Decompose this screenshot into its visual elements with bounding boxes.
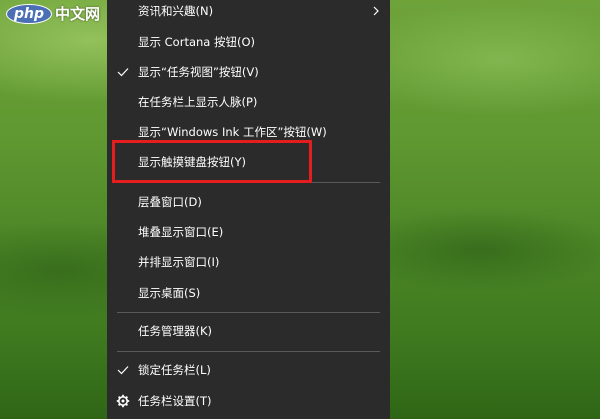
menu-item-task-manager[interactable]: 任务管理器(K): [107, 318, 390, 344]
menu-item-label: 任务栏设置(T): [138, 394, 212, 408]
menu-item-label: 堆叠显示窗口(E): [138, 225, 224, 239]
menu-item-taskbar-settings[interactable]: 任务栏设置(T): [107, 388, 390, 414]
menu-item-label: 显示 Cortana 按钮(O): [138, 35, 256, 49]
checkmark-icon: [117, 68, 129, 77]
menu-item-show-desktop[interactable]: 显示桌面(S): [107, 280, 390, 306]
menu-item-label: 层叠窗口(D): [138, 195, 202, 209]
menu-item-lock-taskbar[interactable]: 锁定任务栏(L): [107, 357, 390, 383]
menu-item-label: 显示桌面(S): [138, 286, 201, 300]
menu-item-label: 并排显示窗口(I): [138, 255, 220, 269]
menu-item-stack-windows[interactable]: 堆叠显示窗口(E): [107, 219, 390, 245]
menu-item-show-people[interactable]: 在任务栏上显示人脉(P): [107, 89, 390, 115]
watermark-text: 中文网: [55, 5, 101, 23]
menu-item-label: 在任务栏上显示人脉(P): [138, 95, 258, 109]
chevron-right-icon: [373, 6, 379, 16]
menu-item-show-task-view-button[interactable]: 显示“任务视图”按钮(V): [107, 59, 390, 85]
menu-item-label: 显示“任务视图”按钮(V): [138, 65, 259, 79]
menu-separator: [117, 351, 380, 352]
menu-item-cascade-windows[interactable]: 层叠窗口(D): [107, 189, 390, 215]
menu-item-label: 锁定任务栏(L): [138, 363, 211, 377]
menu-item-label: 任务管理器(K): [138, 324, 213, 338]
checkmark-icon: [117, 366, 129, 375]
menu-separator: [117, 312, 380, 313]
gear-icon: [116, 394, 130, 408]
menu-item-side-by-side-windows[interactable]: 并排显示窗口(I): [107, 249, 390, 275]
watermark-logo: php: [6, 3, 53, 24]
menu-item-news-and-interests[interactable]: 资讯和兴趣(N): [107, 0, 390, 24]
menu-item-show-cortana-button[interactable]: 显示 Cortana 按钮(O): [107, 29, 390, 55]
menu-item-label: 资讯和兴趣(N): [138, 4, 214, 18]
site-watermark: php 中文网: [6, 3, 100, 24]
annotation-highlight-box: [112, 140, 312, 183]
taskbar-context-menu: 资讯和兴趣(N) 显示 Cortana 按钮(O) 显示“任务视图”按钮(V) …: [107, 0, 390, 419]
